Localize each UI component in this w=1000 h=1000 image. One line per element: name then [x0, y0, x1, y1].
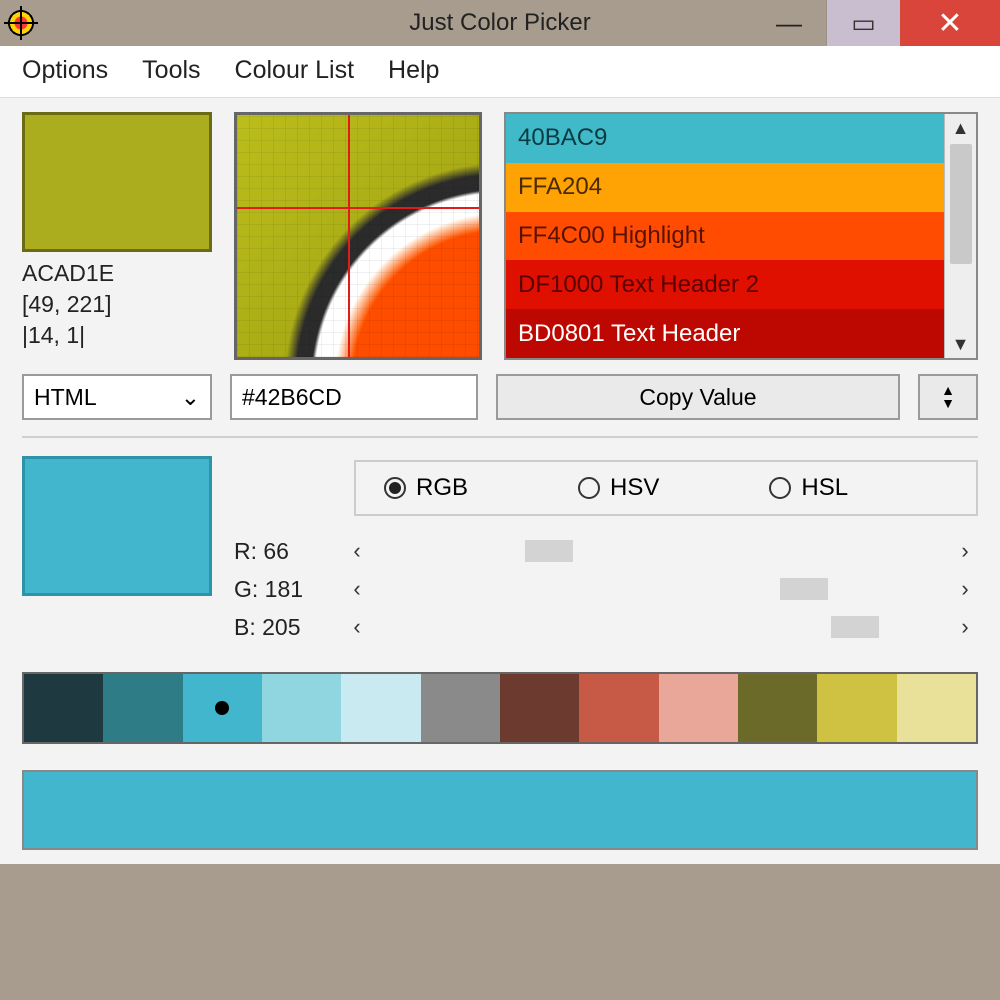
slider-thumb[interactable] — [525, 540, 573, 562]
slider-thumb[interactable] — [780, 578, 828, 600]
channel-r-label: R: 66 — [234, 538, 344, 565]
radio-dot-icon — [384, 477, 406, 499]
crosshair-horizontal — [237, 207, 479, 209]
palette-cell[interactable] — [103, 674, 182, 742]
color-list-item[interactable]: BD0801 Text Header — [506, 309, 944, 358]
titlebar: Just Color Picker — ▭ ✕ — [0, 0, 1000, 46]
menu-options[interactable]: Options — [22, 56, 108, 85]
menu-tools[interactable]: Tools — [142, 56, 200, 85]
top-row: ACAD1E [49, 221] |14, 1| 40BAC9FFA204FF4… — [22, 112, 978, 360]
swatch-hex: ACAD1E — [22, 258, 212, 289]
radio-hsl-label: HSL — [801, 474, 848, 502]
value-input[interactable]: #42B6CD — [230, 374, 478, 420]
menubar: Options Tools Colour List Help — [0, 46, 1000, 98]
radio-rgb[interactable]: RGB — [384, 474, 468, 502]
channel-b-label: B: 205 — [234, 614, 344, 641]
app-icon — [6, 8, 36, 38]
slider-g[interactable] — [378, 574, 944, 604]
picked-swatch — [22, 112, 212, 252]
arrow-right-icon[interactable]: › — [952, 538, 978, 564]
copy-value-button[interactable]: Copy Value — [496, 374, 900, 420]
body: ACAD1E [49, 221] |14, 1| 40BAC9FFA204FF4… — [0, 98, 1000, 864]
palette-cell[interactable] — [183, 674, 262, 742]
spin-down-icon: ▼ — [941, 397, 955, 410]
maximize-button[interactable]: ▭ — [826, 0, 900, 46]
value-text: #42B6CD — [242, 384, 342, 411]
color-list-entries[interactable]: 40BAC9FFA204FF4C00 HighlightDF1000 Text … — [506, 114, 944, 358]
copy-label: Copy Value — [639, 384, 756, 411]
channel-g-label: G: 181 — [234, 576, 344, 603]
color-list: 40BAC9FFA204FF4C00 HighlightDF1000 Text … — [504, 112, 978, 360]
arrow-right-icon[interactable]: › — [952, 614, 978, 640]
palette-cell[interactable] — [262, 674, 341, 742]
format-combobox[interactable]: HTML ⌄ — [22, 374, 212, 420]
mode-radiogroup: RGB HSV HSL — [354, 460, 978, 516]
scrollbar[interactable]: ▲ ▼ — [944, 114, 976, 358]
magnifier — [234, 112, 482, 360]
close-icon: ✕ — [937, 6, 962, 41]
channel-row-g: G: 181 ‹ › — [234, 574, 978, 604]
swatch-offset: |14, 1| — [22, 320, 212, 351]
minimize-button[interactable]: — — [752, 0, 826, 46]
arrow-left-icon[interactable]: ‹ — [344, 576, 370, 602]
menu-colourlist[interactable]: Colour List — [235, 56, 355, 85]
close-button[interactable]: ✕ — [900, 0, 1000, 46]
scroll-up-icon[interactable]: ▲ — [945, 114, 976, 142]
radio-dot-icon — [578, 477, 600, 499]
separator — [22, 436, 978, 438]
slider-r[interactable] — [378, 536, 944, 566]
palette-cell[interactable] — [500, 674, 579, 742]
palette-cell[interactable] — [659, 674, 738, 742]
palette-cell[interactable] — [897, 674, 976, 742]
scroll-thumb[interactable] — [950, 144, 972, 264]
palette-cell[interactable] — [24, 674, 103, 742]
color-list-item[interactable]: FFA204 — [506, 163, 944, 212]
radio-rgb-label: RGB — [416, 474, 468, 502]
swatch-column: ACAD1E [49, 221] |14, 1| — [22, 112, 212, 360]
slider-thumb[interactable] — [831, 616, 879, 638]
menu-help[interactable]: Help — [388, 56, 439, 85]
scroll-down-icon[interactable]: ▼ — [945, 330, 976, 358]
swatch-coords: [49, 221] — [22, 289, 212, 320]
channel-row-b: B: 205 ‹ › — [234, 612, 978, 642]
value-row: HTML ⌄ #42B6CD Copy Value ▲ ▼ — [22, 374, 978, 420]
arrow-left-icon[interactable]: ‹ — [344, 614, 370, 640]
minimize-icon: — — [776, 8, 802, 39]
maximize-icon: ▭ — [851, 8, 876, 39]
palette-cell[interactable] — [579, 674, 658, 742]
chevron-down-icon: ⌄ — [181, 384, 200, 411]
palette-cell[interactable] — [341, 674, 420, 742]
color-list-item[interactable]: DF1000 Text Header 2 — [506, 260, 944, 309]
swatch-meta: ACAD1E [49, 221] |14, 1| — [22, 258, 212, 351]
color-list-item[interactable]: FF4C00 Highlight — [506, 212, 944, 261]
radio-dot-icon — [769, 477, 791, 499]
arrow-right-icon[interactable]: › — [952, 576, 978, 602]
crosshair-vertical — [348, 115, 350, 357]
arrow-left-icon[interactable]: ‹ — [344, 538, 370, 564]
palette-cell[interactable] — [421, 674, 500, 742]
gradient-bar — [22, 770, 978, 850]
current-swatch — [22, 456, 212, 596]
radio-hsv[interactable]: HSV — [578, 474, 659, 502]
slider-b[interactable] — [378, 612, 944, 642]
window-title: Just Color Picker — [409, 9, 590, 37]
radio-hsl[interactable]: HSL — [769, 474, 848, 502]
channel-row-r: R: 66 ‹ › — [234, 536, 978, 566]
channel-column: RGB HSV HSL R: 66 ‹ › G: 181 ‹ — [234, 456, 978, 650]
palette-cell[interactable] — [817, 674, 896, 742]
editor-row: RGB HSV HSL R: 66 ‹ › G: 181 ‹ — [22, 456, 978, 650]
radio-hsv-label: HSV — [610, 474, 659, 502]
pixel-grid — [237, 115, 479, 357]
spin-button[interactable]: ▲ ▼ — [918, 374, 978, 420]
format-selected: HTML — [34, 384, 97, 411]
palette-cell[interactable] — [738, 674, 817, 742]
palette-row — [22, 672, 978, 744]
window-buttons: — ▭ ✕ — [752, 0, 1000, 46]
color-list-item[interactable]: 40BAC9 — [506, 114, 944, 163]
